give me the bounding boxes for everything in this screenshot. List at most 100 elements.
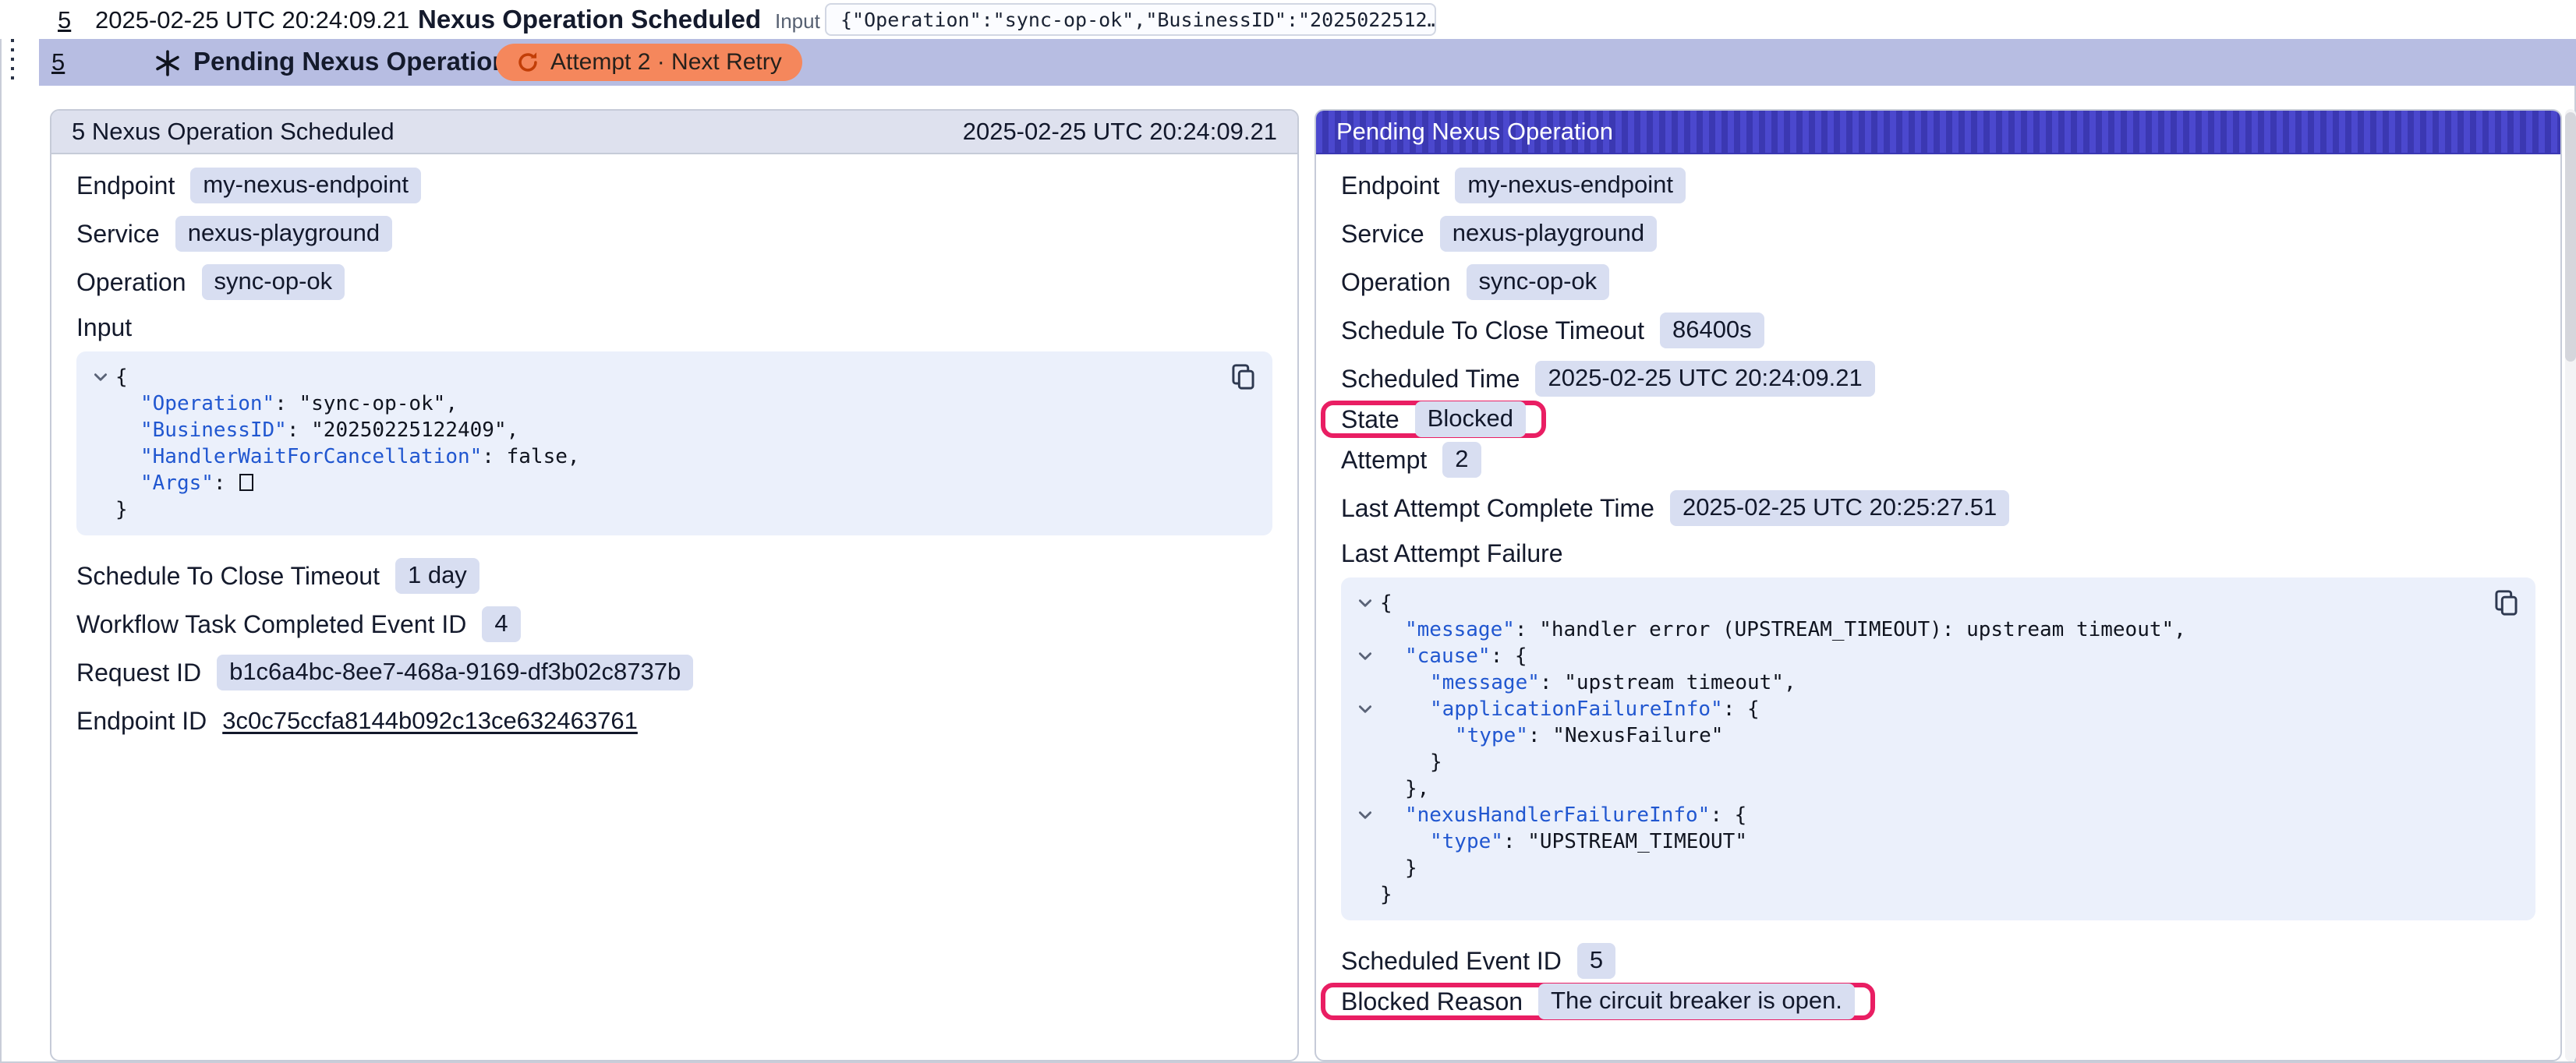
annotated-field-blocked-reason: Blocked Reason The circuit breaker is ope… xyxy=(1321,983,1875,1020)
code-block-failure-json: {"message": "handler error (UPSTREAM_TIM… xyxy=(1341,577,2535,920)
field-label: Operation xyxy=(1341,268,1451,297)
field-value-chip: nexus-playground xyxy=(175,216,392,252)
field-label: Service xyxy=(76,220,160,249)
field-value-chip: sync-op-ok xyxy=(202,264,345,300)
field-value-chip: 1 day xyxy=(395,558,479,594)
code-text: } xyxy=(1380,881,1392,908)
field-label: Endpoint xyxy=(1341,171,1439,200)
section-label: Last Attempt Failure xyxy=(1341,539,2535,568)
event-detail-header: 5 Nexus Operation Scheduled 2025-02-25 U… xyxy=(51,111,1297,154)
section-label: Input xyxy=(76,313,1272,342)
field-endpoint: Endpoint my-nexus-endpoint xyxy=(1341,167,2535,204)
code-text: "message": "upstream timeout", xyxy=(1380,669,1796,696)
collapse-chevron-icon[interactable] xyxy=(1350,643,1380,669)
field-value-chip: 5 xyxy=(1577,943,1615,979)
code-gutter xyxy=(1350,749,1380,775)
field-label: Scheduled Event ID xyxy=(1341,947,1562,976)
code-line: } xyxy=(86,496,1204,523)
code-gutter xyxy=(86,443,115,470)
event-timestamp: 2025-02-25 UTC 20:24:09.21 xyxy=(95,6,409,34)
code-line: "Operation": "sync-op-ok", xyxy=(86,390,1204,417)
field-schedule-to-close-timeout: Schedule To Close Timeout86400s xyxy=(1341,312,2535,349)
collapse-chevron-icon[interactable] xyxy=(86,364,115,390)
code-block-input-json: {"Operation": "sync-op-ok","BusinessID":… xyxy=(76,351,1272,535)
code-gutter xyxy=(1350,722,1380,749)
field-value-chip: my-nexus-endpoint xyxy=(190,168,421,203)
field-label: Workflow Task Completed Event ID xyxy=(76,610,466,639)
annotated-field-state: StateBlocked xyxy=(1321,401,1546,438)
code-text: } xyxy=(1380,749,1442,775)
code-line: "BusinessID": "20250225122409", xyxy=(86,417,1204,443)
temporal-event-details-screen: 5 2025-02-25 UTC 20:24:09.21 Nexus Opera… xyxy=(0,0,2576,1063)
field-last-attempt-complete-time: Last Attempt Complete Time2025-02-25 UTC… xyxy=(1341,489,2535,527)
code-line: "HandlerWaitForCancellation": false, xyxy=(86,443,1204,470)
code-line: "type": "UPSTREAM_TIMEOUT" xyxy=(1350,828,2467,855)
field-label: Endpoint ID xyxy=(76,707,207,736)
pending-operation-body: Endpoint my-nexus-endpoint Servicenexus-pl… xyxy=(1316,154,2560,1042)
field-scheduled-event-id: Scheduled Event ID 5 xyxy=(1341,942,2535,980)
field-value-link[interactable]: 3c0c75ccfa8144b092c13ce632463761 xyxy=(222,707,638,735)
field-value-chip: my-nexus-endpoint xyxy=(1455,168,1686,203)
code-text: "Args": xyxy=(115,470,253,496)
event-detail-panel: 5 Nexus Operation Scheduled 2025-02-25 U… xyxy=(50,109,1299,1061)
copy-icon[interactable] xyxy=(2492,588,2521,618)
event-title: Nexus Operation Scheduled xyxy=(418,5,761,34)
copy-icon[interactable] xyxy=(1229,362,1258,392)
field-label: Request ID xyxy=(76,659,201,687)
field-operation: Operation sync-op-ok xyxy=(1341,263,2535,301)
pending-operation-header-title: Pending Nexus Operation xyxy=(1336,118,1613,146)
code-line: "nexusHandlerFailureInfo": { xyxy=(1350,802,2467,828)
field-workflow-task-completed-event-id: Workflow Task Completed Event ID 4 xyxy=(76,606,1272,643)
field-label: Blocked Reason xyxy=(1341,987,1523,1016)
code-text: }, xyxy=(1380,775,1429,802)
collapse-chevron-icon[interactable] xyxy=(1350,696,1380,722)
field-label: Attempt xyxy=(1341,446,1427,475)
pending-event-id-link[interactable]: 5 xyxy=(51,48,65,76)
collapse-chevron-icon[interactable] xyxy=(1350,802,1380,828)
event-detail-body: Endpoint my-nexus-endpoint Service nexus-pl… xyxy=(51,154,1297,769)
code-gutter xyxy=(1350,828,1380,855)
pending-operation-row[interactable]: 5 Pending Nexus Operation Attempt 2 · Ne… xyxy=(39,39,2576,86)
field-value-chip: sync-op-ok xyxy=(1467,264,1610,300)
event-row-nexus-operation-scheduled[interactable]: 5 2025-02-25 UTC 20:24:09.21 Nexus Opera… xyxy=(0,0,2576,39)
code-line: } xyxy=(1350,855,2467,881)
code-text: "nexusHandlerFailureInfo": { xyxy=(1380,802,1746,828)
field-endpoint: Endpoint my-nexus-endpoint xyxy=(76,167,1272,204)
event-detail-timestamp: 2025-02-25 UTC 20:24:09.21 xyxy=(963,118,1277,146)
field-value-chip: b1c6a4bc-8ee7-468a-9169-df3b02c8737b xyxy=(217,655,693,690)
field-schedule-to-close-timeout: Schedule To Close Timeout1 day xyxy=(76,557,1272,595)
code-line: }, xyxy=(1350,775,2467,802)
event-id-link[interactable]: 5 xyxy=(58,6,71,34)
field-value-chip: 2025-02-25 UTC 20:24:09.21 xyxy=(1535,361,1874,397)
field-value-chip: 2025-02-25 UTC 20:25:27.51 xyxy=(1670,490,2009,526)
field-service: Servicenexus-playground xyxy=(1341,215,2535,253)
retry-attempt-badge[interactable]: Attempt 2 · Next Retry xyxy=(496,44,802,81)
pending-operation-panel: Pending Nexus Operation Endpoint my-nexus… xyxy=(1315,109,2562,1061)
event-input-preview[interactable]: {"Operation":"sync-op-ok","BusinessID":"… xyxy=(825,3,1436,36)
field-label: State xyxy=(1341,405,1399,434)
field-operation: Operation sync-op-ok xyxy=(76,263,1272,301)
retry-badge-label: Attempt 2 · Next Retry xyxy=(550,49,782,76)
field-label: Endpoint xyxy=(76,171,175,200)
code-gutter xyxy=(1350,616,1380,643)
field-value-chip: The circuit breaker is open. xyxy=(1538,984,1855,1019)
code-text: } xyxy=(1380,855,1417,881)
field-value-chip: 4 xyxy=(482,606,520,642)
field-label: Schedule To Close Timeout xyxy=(1341,316,1644,345)
code-text: "message": "handler error (UPSTREAM_TIME… xyxy=(1380,616,2186,643)
code-text: "type": "NexusFailure" xyxy=(1380,722,1723,749)
field-label: Operation xyxy=(76,268,186,297)
code-text: "Operation": "sync-op-ok", xyxy=(115,390,458,417)
scrollbar-thumb[interactable] xyxy=(2565,112,2576,362)
code-gutter xyxy=(86,470,115,496)
event-detail-title: 5 Nexus Operation Scheduled xyxy=(72,118,395,146)
code-gutter xyxy=(1350,669,1380,696)
code-gutter xyxy=(1350,855,1380,881)
code-text: "applicationFailureInfo": { xyxy=(1380,696,1760,722)
code-line: "cause": { xyxy=(1350,643,2467,669)
pending-operation-header: Pending Nexus Operation xyxy=(1316,111,2560,154)
code-line: "message": "handler error (UPSTREAM_TIME… xyxy=(1350,616,2467,643)
code-text: } xyxy=(115,496,128,523)
collapse-chevron-icon[interactable] xyxy=(1350,590,1380,616)
code-text: "type": "UPSTREAM_TIMEOUT" xyxy=(1380,828,1747,855)
